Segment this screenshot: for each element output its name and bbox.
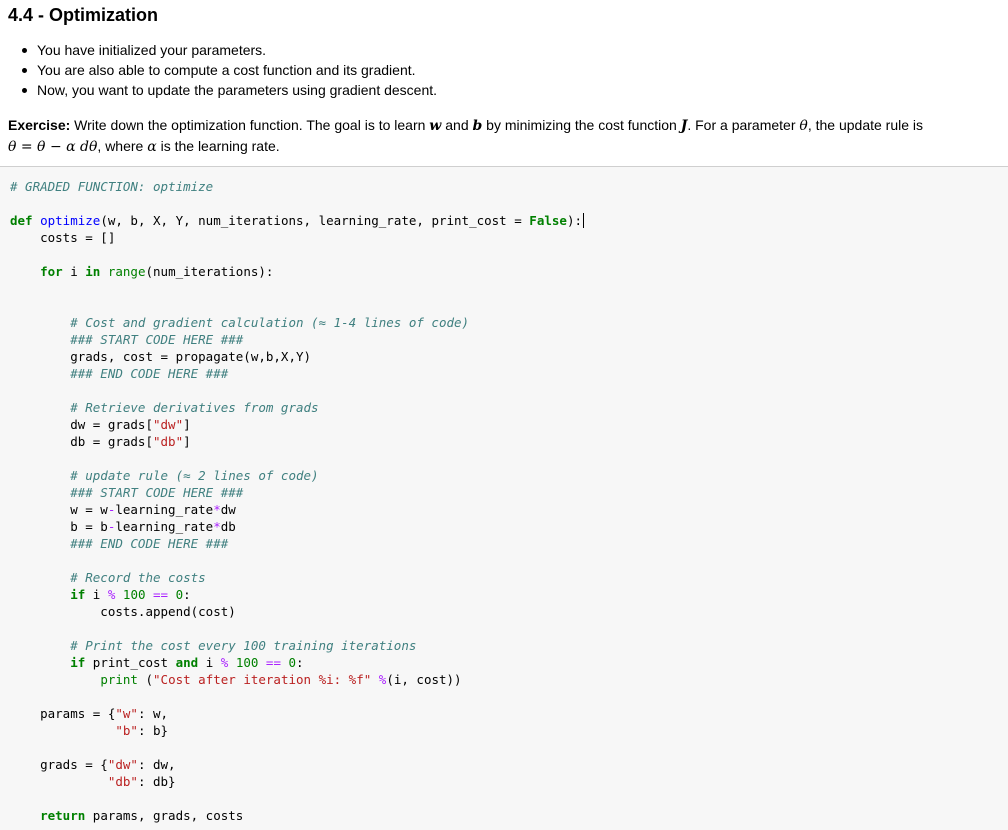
code-comment: ### START CODE HERE ### xyxy=(10,485,244,500)
code-comment: ### START CODE HERE ### xyxy=(10,332,244,347)
code-string: "b" xyxy=(115,723,138,738)
code-keyword: and xyxy=(175,655,199,670)
exercise-label: Exercise: xyxy=(8,117,71,133)
code-text: (i, cost)) xyxy=(386,672,462,687)
code-text: db = grads[ xyxy=(10,434,153,449)
code-text: ): xyxy=(566,213,582,228)
code-string: "dw" xyxy=(107,757,138,772)
code-operator: == xyxy=(265,655,281,670)
code-text: (w, b, X, Y, num_iterations, learning_ra… xyxy=(100,213,530,228)
code-text: i xyxy=(198,655,221,670)
math-update-rule: θ = θ − α dθ xyxy=(8,139,98,155)
exercise-text: , the update rule is xyxy=(807,117,924,133)
code-keyword: if xyxy=(70,655,86,670)
code-line: grads, cost = propagate(w,b,X,Y) xyxy=(10,349,312,364)
code-keyword: in xyxy=(85,264,101,279)
code-comment: # Cost and gradient calculation (≈ 1-4 l… xyxy=(10,315,470,330)
code-text: dw xyxy=(220,502,236,517)
exercise-text: and xyxy=(441,117,473,133)
code-function-name: optimize xyxy=(40,213,101,228)
code-keyword: for xyxy=(40,264,63,279)
math-alpha: α xyxy=(147,139,157,155)
code-comment: ### END CODE HERE ### xyxy=(10,366,229,381)
code-keyword: False xyxy=(529,213,567,228)
code-text: learning_rate xyxy=(115,519,214,534)
code-number: 100 xyxy=(122,587,146,602)
code-number: 0 xyxy=(288,655,297,670)
bullet-item: You are also able to compute a cost func… xyxy=(0,60,437,80)
exercise-text: by minimizing the cost function xyxy=(482,117,681,133)
code-number: 100 xyxy=(235,655,259,670)
exercise-text: , where xyxy=(97,138,148,154)
code-text: : xyxy=(183,587,191,602)
code-text: i xyxy=(62,264,86,279)
bullet-item: You have initialized your parameters. xyxy=(0,40,437,60)
code-text: : db} xyxy=(137,774,176,789)
code-string: "dw" xyxy=(153,417,184,432)
code-string: "w" xyxy=(115,706,138,721)
code-comment: # Record the costs xyxy=(10,570,206,585)
code-builtin: print xyxy=(100,672,138,687)
math-b: b xyxy=(472,118,483,134)
code-comment: ### END CODE HERE ### xyxy=(10,536,229,551)
code-operator: % xyxy=(220,655,229,670)
code-editor[interactable]: # GRADED FUNCTION: optimize def optimize(… xyxy=(10,178,584,824)
code-line: costs = [] xyxy=(10,230,116,245)
code-comment: # Retrieve derivatives from grads xyxy=(10,400,319,415)
math-theta: θ xyxy=(799,118,808,134)
code-text: : xyxy=(296,655,304,670)
code-text: dw = grads[ xyxy=(10,417,153,432)
code-text: : b} xyxy=(137,723,169,738)
code-text: ] xyxy=(183,434,191,449)
code-text: : dw, xyxy=(137,757,176,772)
code-builtin: range xyxy=(107,264,146,279)
bullet-list: You have initialized your parameters. Yo… xyxy=(0,40,437,100)
code-operator: * xyxy=(213,519,221,534)
code-string: "db" xyxy=(153,434,184,449)
code-keyword: if xyxy=(70,587,86,602)
code-text: params = { xyxy=(10,706,116,721)
exercise-text: is the learning rate. xyxy=(156,138,280,154)
code-operator: % xyxy=(107,587,116,602)
code-text: params, grads, costs xyxy=(85,808,244,823)
exercise-paragraph: Exercise: Write down the optimization fu… xyxy=(8,115,998,157)
code-line: costs.append(cost) xyxy=(10,604,236,619)
bullet-item: Now, you want to update the parameters u… xyxy=(0,80,437,100)
code-operator: * xyxy=(213,502,221,517)
code-comment: # GRADED FUNCTION: optimize xyxy=(10,179,214,194)
code-keyword: def xyxy=(10,213,33,228)
code-text: print_cost xyxy=(85,655,176,670)
code-string: "db" xyxy=(107,774,138,789)
exercise-text: . For a parameter xyxy=(687,117,800,133)
code-cell[interactable]: # GRADED FUNCTION: optimize def optimize(… xyxy=(0,166,1008,830)
code-comment: # update rule (≈ 2 lines of code) xyxy=(10,468,319,483)
code-operator: == xyxy=(153,587,169,602)
code-comment: # Print the cost every 100 training iter… xyxy=(10,638,417,653)
code-text: ] xyxy=(183,417,191,432)
code-text: (num_iterations): xyxy=(145,264,274,279)
code-text: : w, xyxy=(137,706,169,721)
code-text: w = w xyxy=(10,502,108,517)
code-text: learning_rate xyxy=(115,502,214,517)
exercise-text: Write down the optimization function. Th… xyxy=(70,117,430,133)
text-cursor xyxy=(583,213,584,228)
code-string: "Cost after iteration %i: %f" xyxy=(153,672,372,687)
code-text: grads = { xyxy=(10,757,108,772)
section-title: 4.4 - Optimization xyxy=(8,5,159,25)
code-keyword: return xyxy=(40,808,86,823)
code-text: db xyxy=(220,519,236,534)
math-w: w xyxy=(429,118,442,134)
code-text: b = b xyxy=(10,519,108,534)
code-text: i xyxy=(85,587,108,602)
